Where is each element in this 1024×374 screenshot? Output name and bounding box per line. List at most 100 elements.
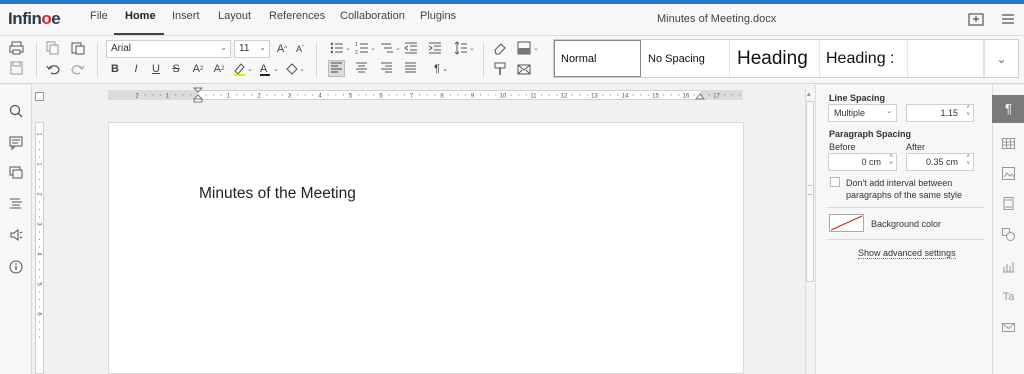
styles-expand-icon[interactable]: ⌄ xyxy=(984,40,1018,77)
mail-merge-settings-icon[interactable] xyxy=(1002,321,1015,334)
feedback-icon[interactable] xyxy=(9,228,23,242)
ruler-tick xyxy=(373,94,375,96)
style-heading-1[interactable]: Heading xyxy=(731,40,820,77)
shading-icon[interactable]: ⌄ xyxy=(517,41,541,55)
shape-settings-icon[interactable] xyxy=(1002,228,1015,241)
font-name-select[interactable]: Arial ⌄ xyxy=(106,40,231,58)
svg-text:⌄: ⌄ xyxy=(370,45,376,52)
scrollbar-grip xyxy=(808,185,812,195)
bullet-list-icon[interactable]: ⌄ xyxy=(330,41,352,55)
copy-icon[interactable] xyxy=(46,41,60,55)
tab-references[interactable]: References xyxy=(269,10,325,22)
ruler-tick xyxy=(358,94,360,96)
ruler-tick xyxy=(579,94,581,96)
mail-merge-icon[interactable] xyxy=(517,62,531,76)
tab-plugins[interactable]: Plugins xyxy=(420,10,456,22)
spinner-icon[interactable]: ˄ ˅ xyxy=(966,154,970,168)
italic-icon[interactable]: I xyxy=(128,61,144,77)
copy-style-icon[interactable] xyxy=(493,62,507,76)
spinner-icon[interactable]: ˄ ˅ xyxy=(889,154,893,168)
text-art-icon[interactable]: Ta xyxy=(1002,290,1015,303)
ruler-tick xyxy=(335,94,337,96)
tab-file[interactable]: File xyxy=(90,10,108,22)
ruler-label: 2 xyxy=(135,94,139,100)
superscript-icon[interactable]: A2 xyxy=(190,61,206,77)
spacing-after-input[interactable]: 0.35 cm ˄ ˅ xyxy=(906,153,974,171)
hamburger-menu-icon[interactable] xyxy=(1000,12,1016,26)
ruler-tick xyxy=(274,94,276,96)
indent-marker-icon[interactable] xyxy=(193,87,203,103)
ruler-tick xyxy=(548,94,550,96)
tab-stop-selector[interactable] xyxy=(35,92,44,101)
vruler-tick xyxy=(39,231,40,233)
ruler-label: 11 xyxy=(530,94,537,100)
ruler-label: 1 xyxy=(166,94,170,100)
chat-icon[interactable] xyxy=(9,166,23,180)
line-spacing-mode-select[interactable]: Multiple ⌄ xyxy=(828,104,897,122)
bold-icon[interactable]: B xyxy=(107,61,123,77)
nonprinting-characters-icon[interactable]: ¶ ⌄ xyxy=(430,61,452,77)
paragraph-settings-icon[interactable]: ¶ xyxy=(1002,101,1015,116)
document-page[interactable]: Minutes of the Meeting xyxy=(108,122,744,374)
style-no-spacing[interactable]: No Spacing xyxy=(642,40,730,77)
right-indent-marker-icon[interactable] xyxy=(695,91,705,100)
clear-style-icon[interactable] xyxy=(493,41,507,55)
ruler-tick xyxy=(396,94,398,96)
save-icon[interactable] xyxy=(9,61,24,75)
subscript-icon[interactable]: A2 xyxy=(211,61,227,77)
align-center-icon[interactable] xyxy=(355,62,368,74)
ruler-label: 6 xyxy=(379,94,383,100)
navigation-icon[interactable] xyxy=(9,197,23,211)
line-spacing-icon[interactable]: ⌄ xyxy=(454,41,476,55)
tab-home[interactable]: Home xyxy=(125,10,156,22)
undo-icon[interactable] xyxy=(46,63,60,75)
style-normal[interactable]: Normal xyxy=(554,40,641,77)
ruler-tick xyxy=(213,94,215,96)
align-justify-icon[interactable] xyxy=(404,62,417,74)
no-interval-checkbox[interactable] xyxy=(830,177,840,187)
spinner-icon[interactable]: ˄ ˅ xyxy=(966,105,970,119)
header-footer-icon[interactable] xyxy=(1002,197,1015,210)
paste-icon[interactable] xyxy=(71,41,85,55)
vruler-tick xyxy=(39,291,40,293)
svg-text:⌄: ⌄ xyxy=(299,66,305,73)
increase-font-icon[interactable]: A ^ xyxy=(274,41,290,57)
tab-layout[interactable]: Layout xyxy=(218,10,251,22)
svg-text:⌄: ⌄ xyxy=(533,45,539,52)
table-settings-icon[interactable] xyxy=(1002,137,1015,150)
strikethrough-icon[interactable]: S xyxy=(168,61,184,77)
decrease-indent-icon[interactable] xyxy=(404,41,418,55)
paint-fill-icon[interactable]: ⌄ xyxy=(284,61,306,77)
print-icon[interactable] xyxy=(9,41,24,55)
document-heading[interactable]: Minutes of the Meeting xyxy=(199,185,356,203)
comments-icon[interactable] xyxy=(9,136,23,150)
about-icon[interactable] xyxy=(9,260,23,274)
align-right-icon[interactable] xyxy=(380,62,393,74)
numbered-list-icon[interactable]: 1 2 ⌄ xyxy=(355,41,377,55)
show-advanced-settings-link[interactable]: Show advanced settings xyxy=(858,248,956,259)
tab-collaboration[interactable]: Collaboration xyxy=(340,10,405,22)
tab-insert[interactable]: Insert xyxy=(172,10,200,22)
underline-icon[interactable]: U xyxy=(148,61,164,77)
font-size-select[interactable]: 11 ⌄ xyxy=(234,40,270,58)
redo-icon[interactable] xyxy=(71,63,85,75)
style-empty-slot xyxy=(908,40,984,77)
spacing-before-input[interactable]: 0 cm ˄ ˅ xyxy=(828,153,897,171)
vruler-tick xyxy=(39,156,40,158)
image-settings-icon[interactable] xyxy=(1002,167,1015,180)
search-icon[interactable] xyxy=(9,104,23,118)
font-color-icon[interactable]: A ⌄ xyxy=(258,61,280,77)
ruler-tick xyxy=(617,94,619,96)
line-spacing-value-input[interactable]: 1.15 ˄ ˅ xyxy=(906,104,974,122)
highlight-color-icon[interactable]: ⌄ xyxy=(232,61,254,77)
style-heading-2[interactable]: Heading : xyxy=(820,40,908,77)
scroll-up-icon[interactable]: ▴ xyxy=(807,90,811,98)
ruler-tick xyxy=(403,94,405,96)
open-file-location-icon[interactable] xyxy=(968,12,984,26)
multilevel-list-icon[interactable]: ⌄ xyxy=(380,41,402,55)
background-color-swatch[interactable] xyxy=(829,214,864,232)
align-left-icon[interactable] xyxy=(330,62,343,74)
decrease-font-icon[interactable]: Aˇ xyxy=(292,41,308,57)
increase-indent-icon[interactable] xyxy=(428,41,442,55)
chart-settings-icon[interactable] xyxy=(1002,260,1015,273)
